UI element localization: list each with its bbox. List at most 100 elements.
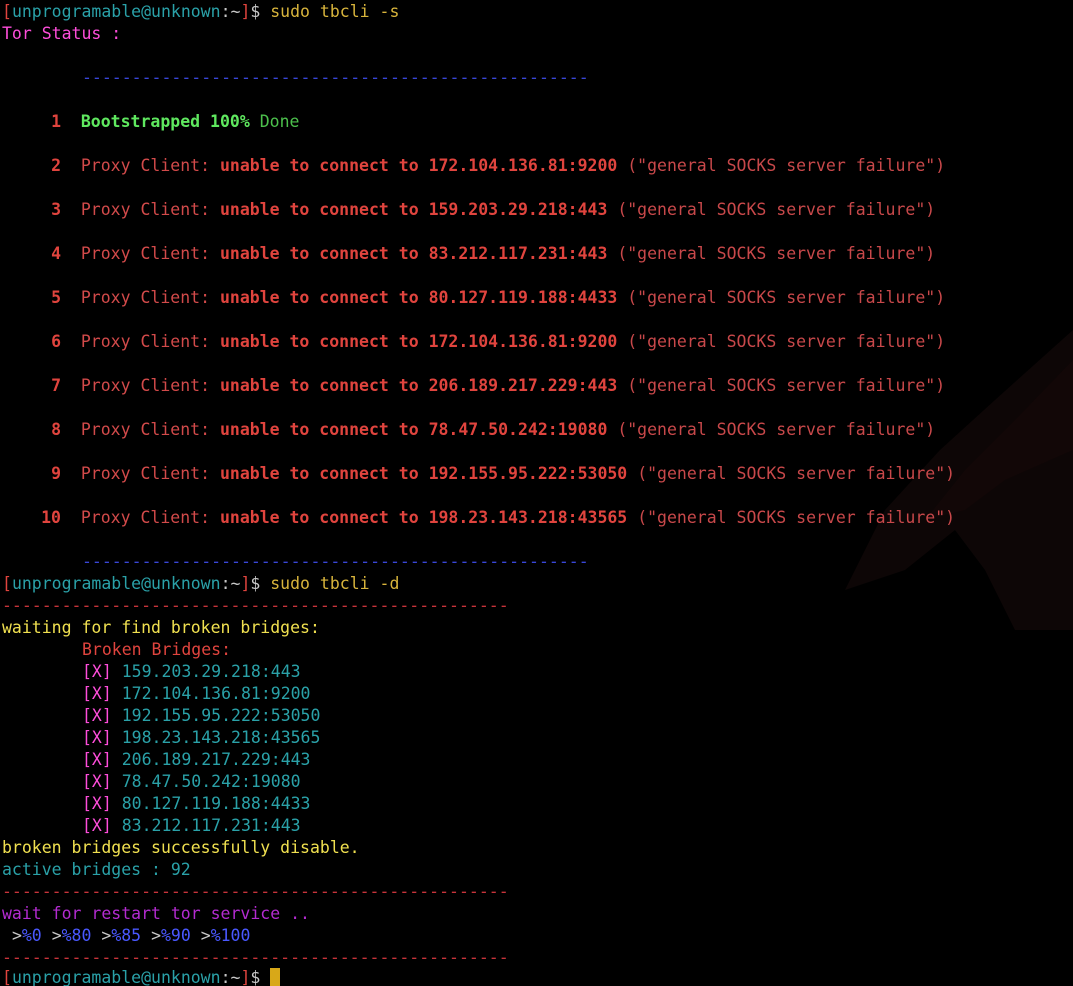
broken-marker-icon: [X] [82,662,112,681]
status-label: Proxy Client: [80,376,211,395]
status-row-number: 10 [41,508,61,527]
status-message: unable to connect to 206.189.217.229:443 [219,376,618,395]
broken-marker-icon: [X] [82,816,112,835]
status-error: ("general SOCKS server failure") [627,332,946,351]
status-message: unable to connect to 192.155.95.222:5305… [219,464,628,483]
status-row: 6 Proxy Client: unable to connect to 172… [2,331,945,353]
status-row: 3 Proxy Client: unable to connect to 159… [2,199,935,221]
status-message: unable to connect to 83.212.117.231:443 [219,244,608,263]
status-label: Proxy Client: [80,200,211,219]
prompt-bracket-close: ] [240,574,251,593]
status-message: unable to connect to 172.104.136.81:9200 [219,156,618,175]
progress-step: %100 [210,926,251,945]
status-row: 8 Proxy Client: unable to connect to 78.… [2,419,935,441]
prompt-path: ~ [230,2,241,21]
broken-bridge-item: [X] 206.189.217.229:443 [82,749,311,771]
status-label: Proxy Client: [80,156,211,175]
status-row-number: 9 [51,464,61,483]
prompt-colon: : [220,2,231,21]
status-label: Proxy Client: [80,420,211,439]
output-separator: ----------------------------------------… [2,882,509,901]
tor-status-heading: Tor Status : [2,24,122,43]
broken-bridge-item: [X] 78.47.50.242:19080 [82,771,301,793]
status-row: 4 Proxy Client: unable to connect to 83.… [2,243,935,265]
progress-marker: > [151,926,161,945]
status-error: ("general SOCKS server failure") [637,508,956,527]
prompt-symbol: $ [250,968,261,986]
prompt-user-host: unprogramable@unknown [11,2,221,21]
status-separator-bottom: ----------------------------------------… [82,552,589,571]
status-label: Proxy Client: [80,464,211,483]
status-message: unable to connect to 78.47.50.242:19080 [219,420,608,439]
prompt-bracket-close: ] [240,968,251,986]
status-message: unable to connect to 172.104.136.81:9200 [219,332,618,351]
broken-marker-icon: [X] [82,794,112,813]
restart-progress: >%0 >%80 >%85 >%90 >%100 [2,925,251,947]
restart-message: wait for restart tor service .. [2,904,310,923]
prompt-symbol: $ [250,2,261,21]
status-message: unable to connect to 198.23.143.218:4356… [219,508,628,527]
status-message: unable to connect to 159.203.29.218:443 [219,200,608,219]
status-row-number: 6 [51,332,61,351]
prompt-path: ~ [230,968,241,986]
status-row: 1 Bootstrapped 100% Done [2,111,299,133]
status-row: 5 Proxy Client: unable to connect to 80.… [2,287,945,309]
bootstrap-percent: 100% [210,112,250,131]
broken-marker-icon: [X] [82,772,112,791]
prompt-bracket-open: [ [2,574,12,593]
progress-marker: > [200,926,211,945]
bridge-address: 198.23.143.218:43565 [121,728,321,747]
status-separator-top: ----------------------------------------… [82,68,589,87]
status-error: ("general SOCKS server failure") [637,464,956,483]
bridge-address: 206.189.217.229:443 [121,750,311,769]
broken-bridge-item: [X] 172.104.136.81:9200 [82,683,311,705]
prompt-line: [unprogramable@unknown:~]$ sudo tbcli -d [2,573,399,595]
status-row: 7 Proxy Client: unable to connect to 206… [2,375,945,397]
status-label: Proxy Client: [80,508,211,527]
status-row-number: 7 [51,376,61,395]
prompt-bracket-close: ] [240,2,251,21]
status-row-number: 1 [51,112,61,131]
status-label: Proxy Client: [80,288,211,307]
status-row: 10 Proxy Client: unable to connect to 19… [2,507,955,529]
text-cursor[interactable] [270,968,281,986]
status-label: Proxy Client: [80,244,211,263]
bridge-address: 172.104.136.81:9200 [121,684,311,703]
prompt-bracket-open: [ [2,2,12,21]
status-error: ("general SOCKS server failure") [617,200,936,219]
active-bridges-count: active bridges : 92 [2,860,191,879]
broken-marker-icon: [X] [82,706,112,725]
progress-step: %85 [111,926,142,945]
status-message: unable to connect to 80.127.119.188:4433 [219,288,618,307]
broken-bridge-item: [X] 198.23.143.218:43565 [82,727,320,749]
progress-marker: > [101,926,112,945]
status-row: 2 Proxy Client: unable to connect to 172… [2,155,945,177]
status-error: ("general SOCKS server failure") [627,156,946,175]
status-label: Bootstrapped [80,112,201,131]
status-row-number: 2 [51,156,61,175]
broken-bridge-item: [X] 80.127.119.188:4433 [82,793,311,815]
broken-marker-icon: [X] [82,684,112,703]
progress-step: %80 [61,926,92,945]
terminal-window[interactable]: [unprogramable@unknown:~]$ sudo tbcli -s… [0,0,1073,986]
status-row-number: 3 [51,200,61,219]
prompt-user-host: unprogramable@unknown [11,574,221,593]
bridge-address: 78.47.50.242:19080 [121,772,301,791]
broken-bridge-item: [X] 83.212.117.231:443 [82,815,301,837]
broken-bridge-item: [X] 192.155.95.222:53050 [82,705,320,727]
command-text: sudo tbcli -s [270,2,400,21]
bridge-address: 159.203.29.218:443 [121,662,301,681]
output-separator: ----------------------------------------… [2,596,509,615]
broken-marker-icon: [X] [82,728,112,747]
bridge-address: 192.155.95.222:53050 [121,706,321,725]
prompt-line: [unprogramable@unknown:~]$ sudo tbcli -s [2,1,399,23]
status-row-number: 4 [51,244,61,263]
progress-step: %90 [161,926,191,945]
prompt-user-host: unprogramable@unknown [11,968,221,986]
prompt-line[interactable]: [unprogramable@unknown:~]$ [2,967,281,986]
broken-marker-icon: [X] [82,750,112,769]
command-text: sudo tbcli -d [270,574,400,593]
status-row: 9 Proxy Client: unable to connect to 192… [2,463,955,485]
progress-marker: > [51,926,62,945]
status-label: Proxy Client: [80,332,211,351]
